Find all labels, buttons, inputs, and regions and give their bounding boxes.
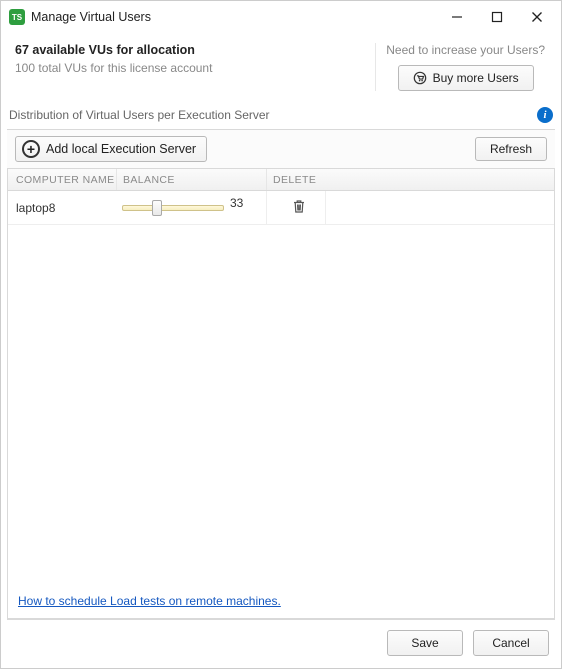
- distribution-toolbar: + Add local Execution Server Refresh: [7, 129, 555, 169]
- buy-hint-text: Need to increase your Users?: [386, 43, 545, 57]
- distribution-header-text: Distribution of Virtual Users per Execut…: [9, 108, 537, 122]
- window-controls: [437, 3, 557, 31]
- distribution-header: Distribution of Virtual Users per Execut…: [1, 101, 561, 129]
- add-local-server-button[interactable]: + Add local Execution Server: [15, 136, 207, 162]
- dialog-footer: Save Cancel: [1, 620, 561, 668]
- servers-table: COMPUTER NAME BALANCE DELETE laptop8 33 H…: [7, 169, 555, 620]
- plus-icon: +: [22, 140, 40, 158]
- info-icon[interactable]: i: [537, 107, 553, 123]
- minimize-button[interactable]: [437, 3, 477, 31]
- close-button[interactable]: [517, 3, 557, 31]
- help-link[interactable]: How to schedule Load tests on remote mac…: [18, 594, 281, 608]
- add-local-server-label: Add local Execution Server: [46, 142, 196, 156]
- app-icon: TS: [9, 9, 25, 25]
- balance-cell: 33: [116, 199, 266, 217]
- balance-value: 33: [230, 196, 243, 210]
- titlebar: TS Manage Virtual Users: [1, 1, 561, 33]
- summary-right: Need to increase your Users? Buy more Us…: [375, 43, 547, 91]
- refresh-label: Refresh: [490, 142, 532, 156]
- col-header-name: COMPUTER NAME: [8, 169, 116, 190]
- table-header: COMPUTER NAME BALANCE DELETE: [8, 169, 554, 191]
- total-vus-text: 100 total VUs for this license account: [15, 61, 375, 75]
- summary-left: 67 available VUs for allocation 100 tota…: [15, 43, 375, 91]
- window-title: Manage Virtual Users: [31, 10, 437, 24]
- delete-cell: [266, 191, 326, 224]
- manage-vu-dialog: TS Manage Virtual Users 67 available VUs…: [0, 0, 562, 669]
- maximize-button[interactable]: [477, 3, 517, 31]
- server-name: laptop8: [8, 201, 116, 215]
- col-header-delete: DELETE: [266, 169, 326, 190]
- refresh-button[interactable]: Refresh: [475, 137, 547, 161]
- col-header-balance: BALANCE: [116, 169, 266, 190]
- table-body: laptop8 33: [8, 191, 554, 584]
- save-label: Save: [411, 636, 438, 650]
- summary-section: 67 available VUs for allocation 100 tota…: [1, 33, 561, 101]
- balance-slider[interactable]: [122, 199, 224, 217]
- buy-more-users-label: Buy more Users: [433, 71, 519, 85]
- cancel-label: Cancel: [492, 636, 529, 650]
- available-vus-text: 67 available VUs for allocation: [15, 43, 375, 57]
- buy-more-users-button[interactable]: Buy more Users: [398, 65, 534, 91]
- trash-icon[interactable]: [292, 199, 306, 217]
- cart-icon: [413, 71, 427, 85]
- table-footer: How to schedule Load tests on remote mac…: [8, 584, 554, 619]
- cancel-button[interactable]: Cancel: [473, 630, 549, 656]
- table-row: laptop8 33: [8, 191, 554, 225]
- save-button[interactable]: Save: [387, 630, 463, 656]
